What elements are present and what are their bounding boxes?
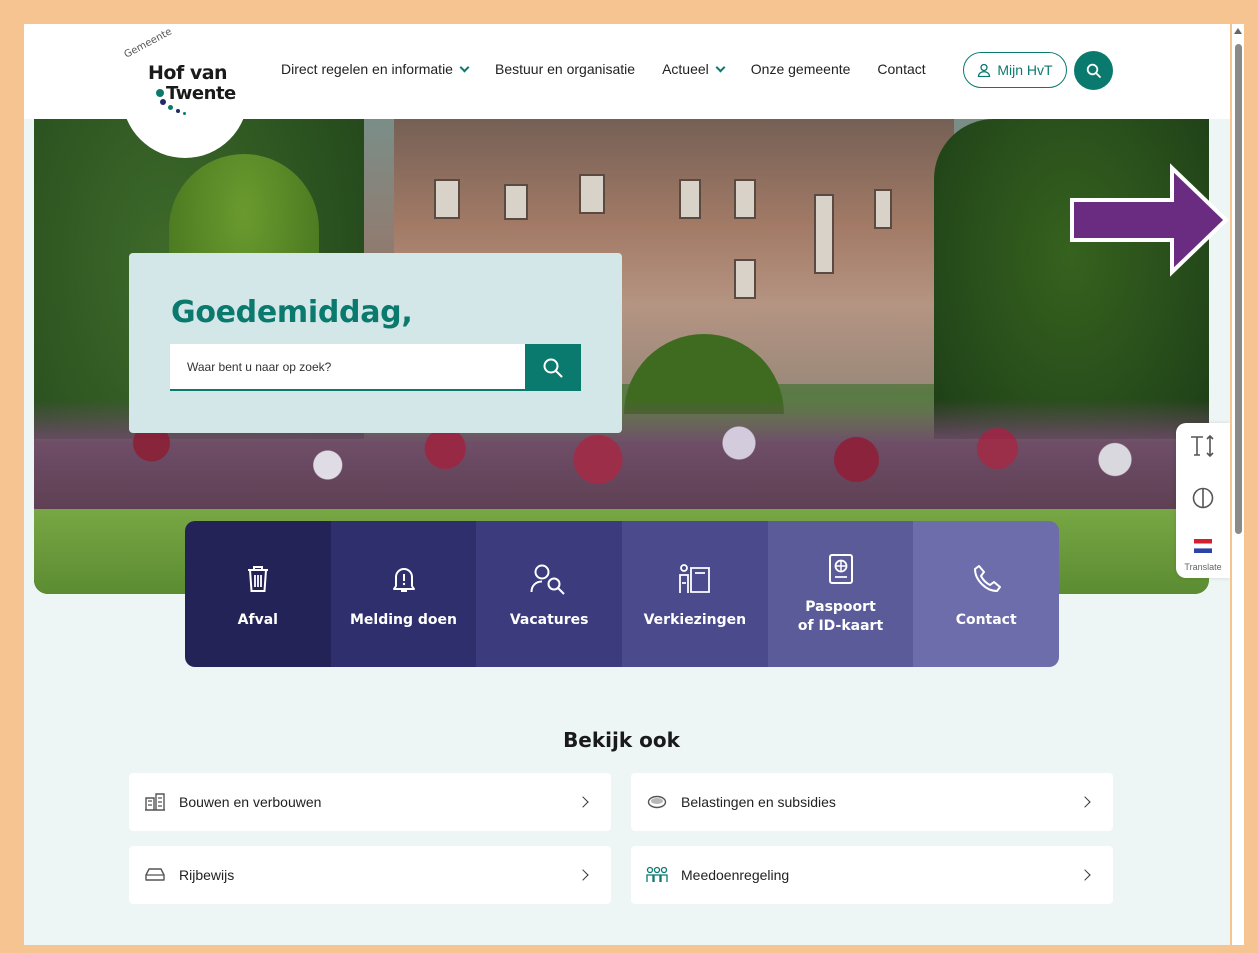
trash-icon [247,566,268,592]
contrast-button[interactable] [1176,486,1230,510]
chevron-down-icon [459,62,470,72]
header-search-button[interactable] [1074,51,1113,90]
tile-paspoort[interactable]: Paspoort of ID-kaart [767,521,914,667]
alert-bell-icon [392,568,415,592]
main-nav: Direct regelen en informatie Bestuur en … [281,61,953,77]
people-icon [646,866,668,882]
car-icon [145,868,165,881]
link-rijbewijs[interactable]: Rijbewijs [129,846,611,904]
nav-item-onze-gemeente[interactable]: Onze gemeente [751,61,851,77]
search-icon [1086,63,1101,78]
link-bouwen[interactable]: Bouwen en verbouwen [129,773,611,831]
annotation-arrow-icon [1070,163,1229,277]
chevron-right-icon [1079,796,1091,808]
nav-item-contact[interactable]: Contact [877,61,925,77]
user-icon [978,63,991,77]
phone-icon [974,565,1002,592]
tile-melding-doen[interactable]: Melding doen [330,521,477,667]
site-search-button[interactable] [525,344,581,391]
chevron-down-icon [715,62,726,72]
greeting-heading: Goedemiddag, [171,295,413,330]
nav-item-bestuur[interactable]: Bestuur en organisatie [495,61,635,77]
scrollbar-thumb[interactable] [1235,44,1242,534]
chevron-right-icon [577,796,589,808]
search-icon [543,358,563,377]
mijn-hvt-button[interactable]: Mijn HvT [963,52,1067,88]
dutch-flag-icon [1194,539,1212,553]
chevron-right-icon [1079,869,1091,881]
passport-icon [828,554,853,584]
coins-icon [647,795,667,809]
building-icon [145,793,165,811]
person-search-icon [530,564,565,595]
browser-viewport: Direct regelen en informatie Bestuur en … [24,24,1230,945]
tile-vacatures[interactable]: Vacatures [476,521,623,667]
tile-afval[interactable]: Afval [185,521,331,667]
contrast-icon [1192,487,1214,509]
text-size-button[interactable] [1176,434,1230,458]
nav-item-actueel[interactable]: Actueel [662,61,726,77]
link-meedoenregeling[interactable]: Meedoenregeling [631,846,1113,904]
site-search-input[interactable]: Waar bent u naar op zoek? [170,344,525,391]
quick-links: Afval Melding doen Vacatures Verkiezinge… [185,521,1059,667]
chevron-right-icon [577,869,589,881]
accessibility-toolbar: Translate [1176,423,1230,578]
greeting-card: Goedemiddag, Waar bent u naar op zoek? [129,253,622,433]
bekijk-ook-heading: Bekijk ook [563,728,680,752]
nav-item-direct-regelen[interactable]: Direct regelen en informatie [281,61,470,77]
tile-verkiezingen[interactable]: Verkiezingen [622,521,768,667]
text-size-icon [1191,434,1214,458]
link-belastingen[interactable]: Belastingen en subsidies [631,773,1113,831]
site-logo[interactable]: Gemeente Hof van Twente [122,26,248,158]
translate-button[interactable] [1176,539,1230,553]
ballot-box-icon [678,564,710,593]
scroll-up-arrow-icon[interactable] [1234,28,1242,34]
tile-contact[interactable]: Contact [913,521,1059,667]
